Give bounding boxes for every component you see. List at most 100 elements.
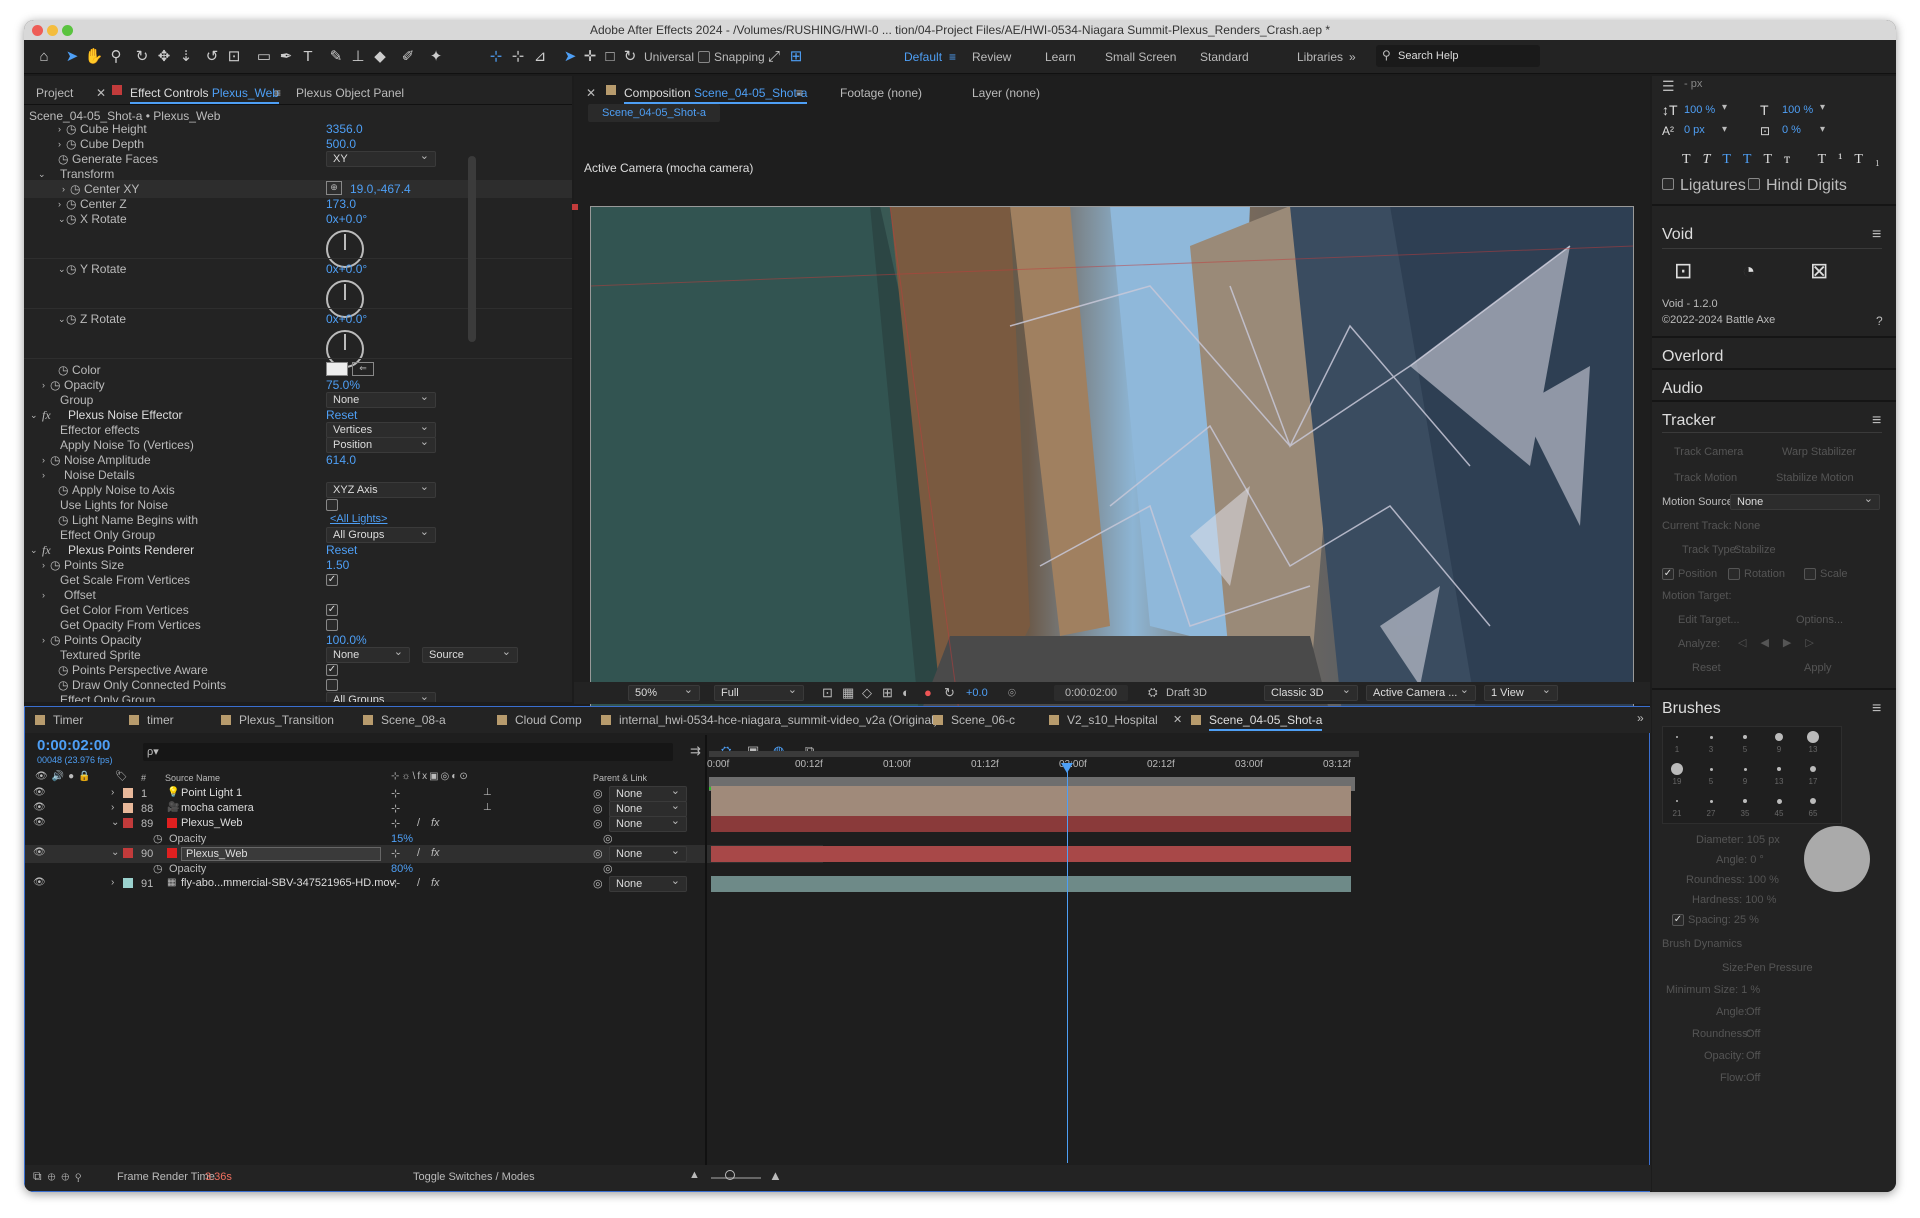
property-track[interactable]: [711, 861, 1351, 877]
property-track[interactable]: [711, 831, 1351, 847]
tab-footage[interactable]: Footage (none): [840, 86, 922, 100]
eraser-tool-icon[interactable]: ◆: [370, 47, 390, 67]
chevron-down-icon[interactable]: ⌄: [58, 314, 66, 325]
brush-preset[interactable]: [1743, 799, 1747, 803]
chevron-down-icon[interactable]: ⌄: [58, 214, 66, 225]
pickwhip-icon[interactable]: ◎: [603, 832, 613, 845]
property-value[interactable]: 173.0: [326, 197, 356, 211]
brush-preset[interactable]: [1810, 766, 1816, 772]
layer-name[interactable]: fly-abo...mmercial-SBV-347521965-HD.mov: [181, 877, 395, 889]
universal-rotate-icon[interactable]: ↻: [620, 47, 640, 67]
layer-name[interactable]: Plexus_Web: [181, 847, 381, 861]
chevron-down-icon[interactable]: ⌄: [58, 264, 66, 275]
magnification-dropdown[interactable]: 50%: [628, 683, 700, 701]
brush-roundness[interactable]: Roundness: 100 %: [1686, 874, 1779, 886]
workspace-learn[interactable]: Learn: [1045, 50, 1076, 64]
chevron-right-icon[interactable]: ›: [111, 787, 114, 798]
pickwhip-icon[interactable]: ◎: [593, 817, 603, 830]
property-checkbox[interactable]: ✓: [326, 604, 338, 616]
brush-tool-icon[interactable]: ✎: [326, 47, 346, 67]
universal-scale-icon[interactable]: □: [600, 47, 620, 67]
text-style-buttons[interactable]: TTTTTт T¹T₁: [1682, 152, 1892, 168]
region-of-interest-icon[interactable]: ⊡: [822, 685, 833, 701]
timeline-tab[interactable]: Scene_08-a: [381, 713, 446, 727]
clone-stamp-tool-icon[interactable]: ⊥: [348, 47, 368, 67]
property-value[interactable]: 614.0: [326, 453, 356, 467]
tsume-value[interactable]: 0 %: [1782, 124, 1801, 136]
vertical-scale-value[interactable]: 100 %: [1684, 104, 1715, 116]
layer-label-color[interactable]: [123, 788, 133, 798]
dropdown-arrow-icon[interactable]: ▾: [1820, 102, 1825, 113]
property-checkbox[interactable]: ✓: [326, 664, 338, 676]
universal-select-icon[interactable]: ➤: [560, 47, 580, 67]
renderer-dropdown[interactable]: Classic 3D: [1264, 683, 1358, 701]
scale-checkbox[interactable]: [1804, 568, 1816, 580]
brush-preset[interactable]: [1776, 798, 1782, 804]
brush-preset[interactable]: [1709, 735, 1713, 739]
timeline-tab[interactable]: Timer: [53, 713, 83, 727]
void-null-icon[interactable]: ⊡: [1674, 258, 1692, 284]
current-time-field[interactable]: 0:00:02:00: [1054, 685, 1128, 701]
brush-presets-grid[interactable]: 1 3 5 9 13 19 5 9 13 17 21 27 35 45 65: [1662, 726, 1842, 824]
view-layout-dropdown[interactable]: 1 View: [1484, 683, 1558, 701]
workspace-libraries[interactable]: Libraries: [1297, 50, 1343, 64]
layer-duration-bar[interactable]: [711, 816, 1351, 832]
stopwatch-icon[interactable]: ◷: [66, 137, 76, 151]
close-tab-icon[interactable]: ✕: [96, 86, 106, 100]
size-dropdown[interactable]: Pen Pressure: [1746, 962, 1813, 974]
void-adjust-icon[interactable]: ◔: [1742, 258, 1755, 284]
draft-3d-label[interactable]: Draft 3D: [1166, 687, 1207, 699]
property-value[interactable]: 0x+0.0°: [326, 212, 367, 226]
chevron-right-icon[interactable]: ›: [42, 470, 45, 480]
dynamics-opacity-dropdown[interactable]: Off: [1746, 1050, 1760, 1062]
dynamics-angle-dropdown[interactable]: Off: [1746, 1006, 1760, 1018]
zoom-slider-thumb[interactable]: [725, 1170, 735, 1180]
toggle-switches-modes-button[interactable]: Toggle Switches / Modes: [413, 1171, 535, 1183]
brush-diameter[interactable]: Diameter: 105 px: [1696, 834, 1780, 846]
property-row[interactable]: ⌄ ◷ Z Rotate 0x+0.0°: [24, 310, 572, 328]
stabilize-motion-button[interactable]: Stabilize Motion: [1776, 472, 1854, 484]
stopwatch-icon[interactable]: ◷: [66, 197, 76, 211]
workspace-standard[interactable]: Standard: [1200, 50, 1249, 64]
brush-preset[interactable]: [1676, 800, 1678, 802]
property-dropdown[interactable]: All Groups: [326, 690, 436, 702]
dynamics-roundness-dropdown[interactable]: Off: [1746, 1028, 1760, 1040]
pen-tool-icon[interactable]: ✒: [276, 47, 296, 67]
zoom-tool-icon[interactable]: ⚲: [106, 47, 126, 67]
chevron-right-icon[interactable]: ›: [42, 560, 45, 570]
brush-preset[interactable]: [1810, 798, 1816, 804]
tab-plexus-object-panel[interactable]: Plexus Object Panel: [296, 86, 404, 100]
layer-label-color[interactable]: [123, 848, 133, 858]
property-checkbox[interactable]: [326, 619, 338, 631]
visibility-eye-icon[interactable]: 👁: [33, 877, 46, 888]
stopwatch-icon[interactable]: ◷: [58, 663, 68, 677]
current-time-indicator[interactable]: [1067, 763, 1068, 1163]
timeline-search-input[interactable]: ρ▾: [143, 743, 673, 761]
position-checkbox[interactable]: ✓: [1662, 568, 1674, 580]
chevron-down-icon[interactable]: ⌄: [30, 545, 38, 556]
minimize-window-button[interactable]: [47, 25, 58, 36]
edit-target-button[interactable]: Edit Target...: [1678, 614, 1740, 626]
stopwatch-icon[interactable]: ◷: [58, 363, 68, 377]
stopwatch-icon[interactable]: ◷: [66, 262, 76, 276]
pickwhip-icon[interactable]: ◎: [603, 862, 613, 875]
tab-effect-controls[interactable]: Effect Controls Plexus_Web: [130, 86, 279, 104]
hindi-digits-checkbox[interactable]: [1748, 178, 1760, 190]
brush-preset[interactable]: [1671, 763, 1683, 775]
chevron-right-icon[interactable]: ›: [58, 124, 61, 134]
void-solid-icon[interactable]: ⊠: [1810, 258, 1828, 284]
brush-spacing[interactable]: Spacing: 25 %: [1688, 914, 1759, 926]
layer-name[interactable]: mocha camera: [181, 802, 391, 814]
chevron-right-icon[interactable]: ›: [42, 635, 45, 645]
quality-switch-icon[interactable]: /: [417, 847, 420, 859]
world-axis-icon[interactable]: ⊹: [508, 47, 528, 67]
comp-subtab[interactable]: Scene_04-05_Shot-a: [588, 104, 720, 122]
visibility-eye-icon[interactable]: 👁: [33, 847, 46, 858]
chevron-right-icon[interactable]: ›: [42, 590, 45, 600]
timeline-tab[interactable]: Plexus_Transition: [239, 713, 334, 727]
close-window-button[interactable]: [32, 25, 43, 36]
layer-label-color[interactable]: [123, 803, 133, 813]
brush-preset[interactable]: [1709, 799, 1713, 803]
exposure-value[interactable]: +0.0: [966, 687, 988, 699]
ligatures-checkbox[interactable]: [1662, 178, 1674, 190]
